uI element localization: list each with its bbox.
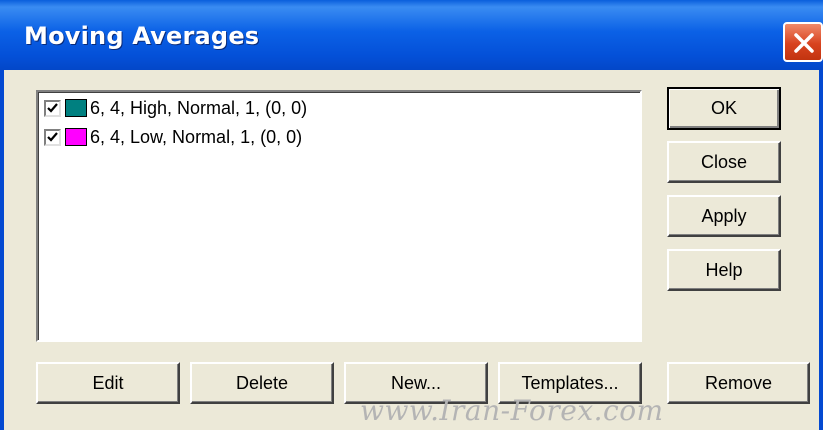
- ok-button[interactable]: OK: [667, 87, 781, 130]
- list-item-label: 6, 4, Low, Normal, 1, (0, 0): [90, 126, 303, 147]
- list-item[interactable]: 6, 4, Low, Normal, 1, (0, 0): [44, 124, 302, 150]
- title-bar[interactable]: Moving Averages: [0, 0, 823, 70]
- delete-button[interactable]: Delete: [190, 362, 334, 404]
- moving-averages-list[interactable]: 6, 4, High, Normal, 1, (0, 0) 6, 4, Low,…: [36, 90, 642, 342]
- window-frame-right: [819, 70, 823, 430]
- help-button[interactable]: Help: [667, 249, 781, 291]
- remove-button[interactable]: Remove: [667, 362, 810, 404]
- checkmark-icon: [47, 131, 58, 142]
- window-frame-left: [0, 70, 4, 430]
- edit-button[interactable]: Edit: [36, 362, 180, 404]
- list-item[interactable]: 6, 4, High, Normal, 1, (0, 0): [44, 95, 307, 121]
- list-item-label: 6, 4, High, Normal, 1, (0, 0): [90, 97, 308, 118]
- close-window-button[interactable]: [783, 22, 823, 62]
- checkmark-icon: [47, 102, 58, 113]
- apply-button[interactable]: Apply: [667, 195, 781, 237]
- color-swatch: [65, 99, 87, 117]
- window-title: Moving Averages: [24, 22, 260, 50]
- item-checkbox[interactable]: [44, 99, 61, 117]
- color-swatch: [65, 128, 87, 146]
- close-button[interactable]: Close: [667, 141, 781, 183]
- watermark-text: www.Iran-Forex.com: [360, 394, 664, 427]
- close-icon: [794, 33, 814, 53]
- moving-averages-dialog: Moving Averages 6, 4, High, Normal, 1, (…: [0, 0, 823, 430]
- item-checkbox[interactable]: [44, 128, 61, 146]
